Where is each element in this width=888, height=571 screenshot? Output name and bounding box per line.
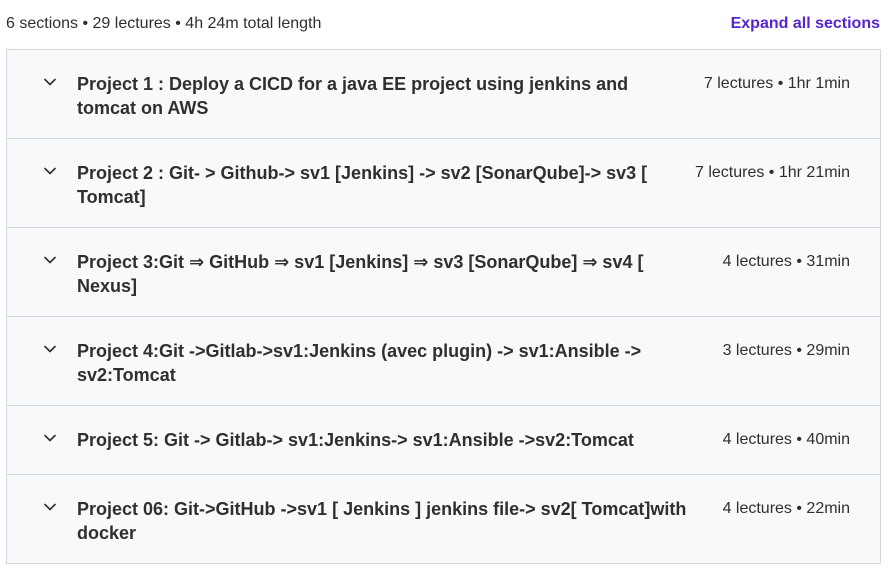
section-title: Project 3:Git ⇒ GitHub ⇒ sv1 [Jenkins] ⇒… xyxy=(77,252,644,296)
section-meta: 3 lectures • 29min xyxy=(722,342,850,359)
section-title: Project 1 : Deploy a CICD for a java EE … xyxy=(77,74,629,118)
section-list: Project 1 : Deploy a CICD for a java EE … xyxy=(6,49,881,564)
chevron-down-icon xyxy=(43,75,57,89)
section-meta: 7 lectures • 1hr 1min xyxy=(703,75,850,92)
section-item-1[interactable]: Project 1 : Deploy a CICD for a java EE … xyxy=(7,50,880,139)
chevron-down-icon xyxy=(43,431,57,445)
curriculum-header: 6 sections • 29 lectures • 4h 24m total … xyxy=(6,11,880,37)
section-item-3[interactable]: Project 3:Git ⇒ GitHub ⇒ sv1 [Jenkins] ⇒… xyxy=(7,228,880,317)
section-meta: 4 lectures • 22min xyxy=(722,500,850,517)
section-title: Project 2 : Git- > Github-> sv1 [Jenkins… xyxy=(77,163,648,207)
section-item-4[interactable]: Project 4:Git ->Gitlab->sv1:Jenkins (ave… xyxy=(7,317,880,406)
section-title: Project 4:Git ->Gitlab->sv1:Jenkins (ave… xyxy=(77,341,642,385)
section-title: Project 5: Git -> Gitlab-> sv1:Jenkins->… xyxy=(77,430,634,450)
chevron-down-icon xyxy=(43,164,57,178)
chevron-down-icon xyxy=(43,253,57,267)
course-summary: 6 sections • 29 lectures • 4h 24m total … xyxy=(6,15,322,32)
expand-all-sections-button[interactable]: Expand all sections xyxy=(731,15,880,33)
section-meta: 4 lectures • 40min xyxy=(722,431,850,448)
section-item-2[interactable]: Project 2 : Git- > Github-> sv1 [Jenkins… xyxy=(7,139,880,228)
section-item-5[interactable]: Project 5: Git -> Gitlab-> sv1:Jenkins->… xyxy=(7,406,880,475)
curriculum-panel: 6 sections • 29 lectures • 4h 24m total … xyxy=(0,0,888,571)
section-item-6[interactable]: Project 06: Git->GitHub ->sv1 [ Jenkins … xyxy=(7,475,880,564)
section-meta: 4 lectures • 31min xyxy=(722,253,850,270)
chevron-down-icon xyxy=(43,500,57,514)
section-meta: 7 lectures • 1hr 21min xyxy=(694,164,850,181)
section-title: Project 06: Git->GitHub ->sv1 [ Jenkins … xyxy=(77,499,687,543)
chevron-down-icon xyxy=(43,342,57,356)
